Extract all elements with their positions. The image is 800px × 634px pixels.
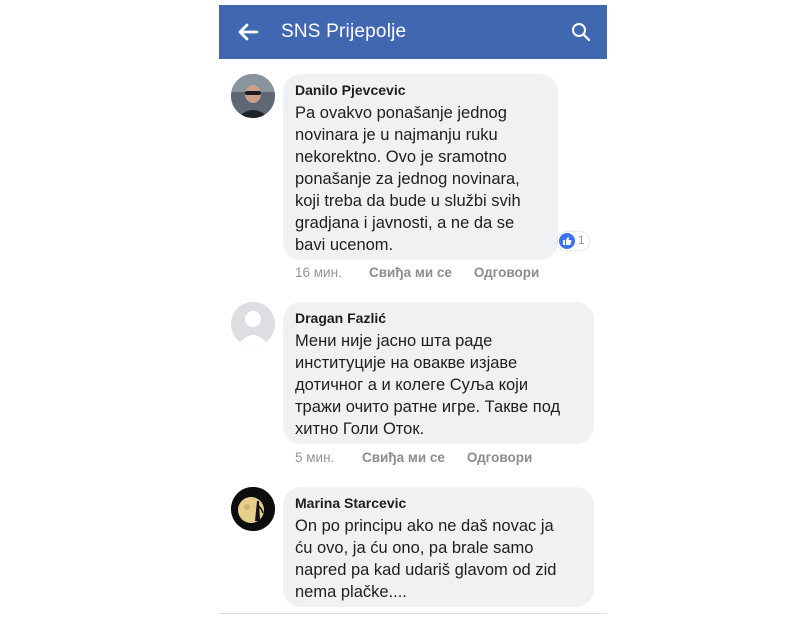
comment-composer-partial [219,614,607,634]
comment-text: Pa ovakvo ponašanje jednog novinara je u… [295,104,521,254]
default-avatar-icon [231,302,275,346]
app-bar: SNS Prijepolje [219,5,607,59]
thumbs-up-icon [559,233,575,249]
avatar[interactable] [231,487,275,531]
like-button[interactable]: Свиђа ми се [362,450,445,465]
page-title: SNS Prijepolje [281,21,407,42]
comment-text: Мени није јасно шта раде институције на … [295,332,561,438]
avatar-photo [231,487,275,531]
comment-bubble: Dragan Fazlić Мени није јасно шта раде и… [283,302,594,444]
comment-author[interactable]: Marina Starcevic [295,495,580,511]
avatar-photo [231,74,275,118]
comment-text: On po principu ako ne daš novac ja ću ov… [295,517,557,601]
comment-meta: 16 мин. Свиђа ми се Одговори [295,265,561,280]
reaction-badge[interactable]: 1 [558,232,590,250]
comment-time: 16 мин. [295,265,342,280]
comment-time: 5 мин. [295,450,335,465]
search-icon[interactable] [571,22,591,42]
like-button[interactable]: Свиђа ми се [369,265,452,280]
reply-button[interactable]: Одговори [474,265,539,280]
comment-bubble: Marina Starcevic On po principu ako ne d… [283,487,594,607]
comment-author[interactable]: Danilo Pjevcevic [295,82,544,98]
comment-meta: 5 мин. Свиђа ми се Одговори [295,450,554,465]
reaction-count: 1 [578,235,585,247]
avatar[interactable] [231,74,275,118]
avatar[interactable] [231,302,275,346]
reply-button[interactable]: Одговори [467,450,532,465]
phone-screen: SNS Prijepolje Danilo Pjevcevic Pa ovakv… [219,0,607,634]
comment-author[interactable]: Dragan Fazlić [295,310,580,326]
arrow-left-icon[interactable] [237,21,259,43]
comment-bubble: Danilo Pjevcevic Pa ovakvo ponašanje jed… [283,74,558,260]
